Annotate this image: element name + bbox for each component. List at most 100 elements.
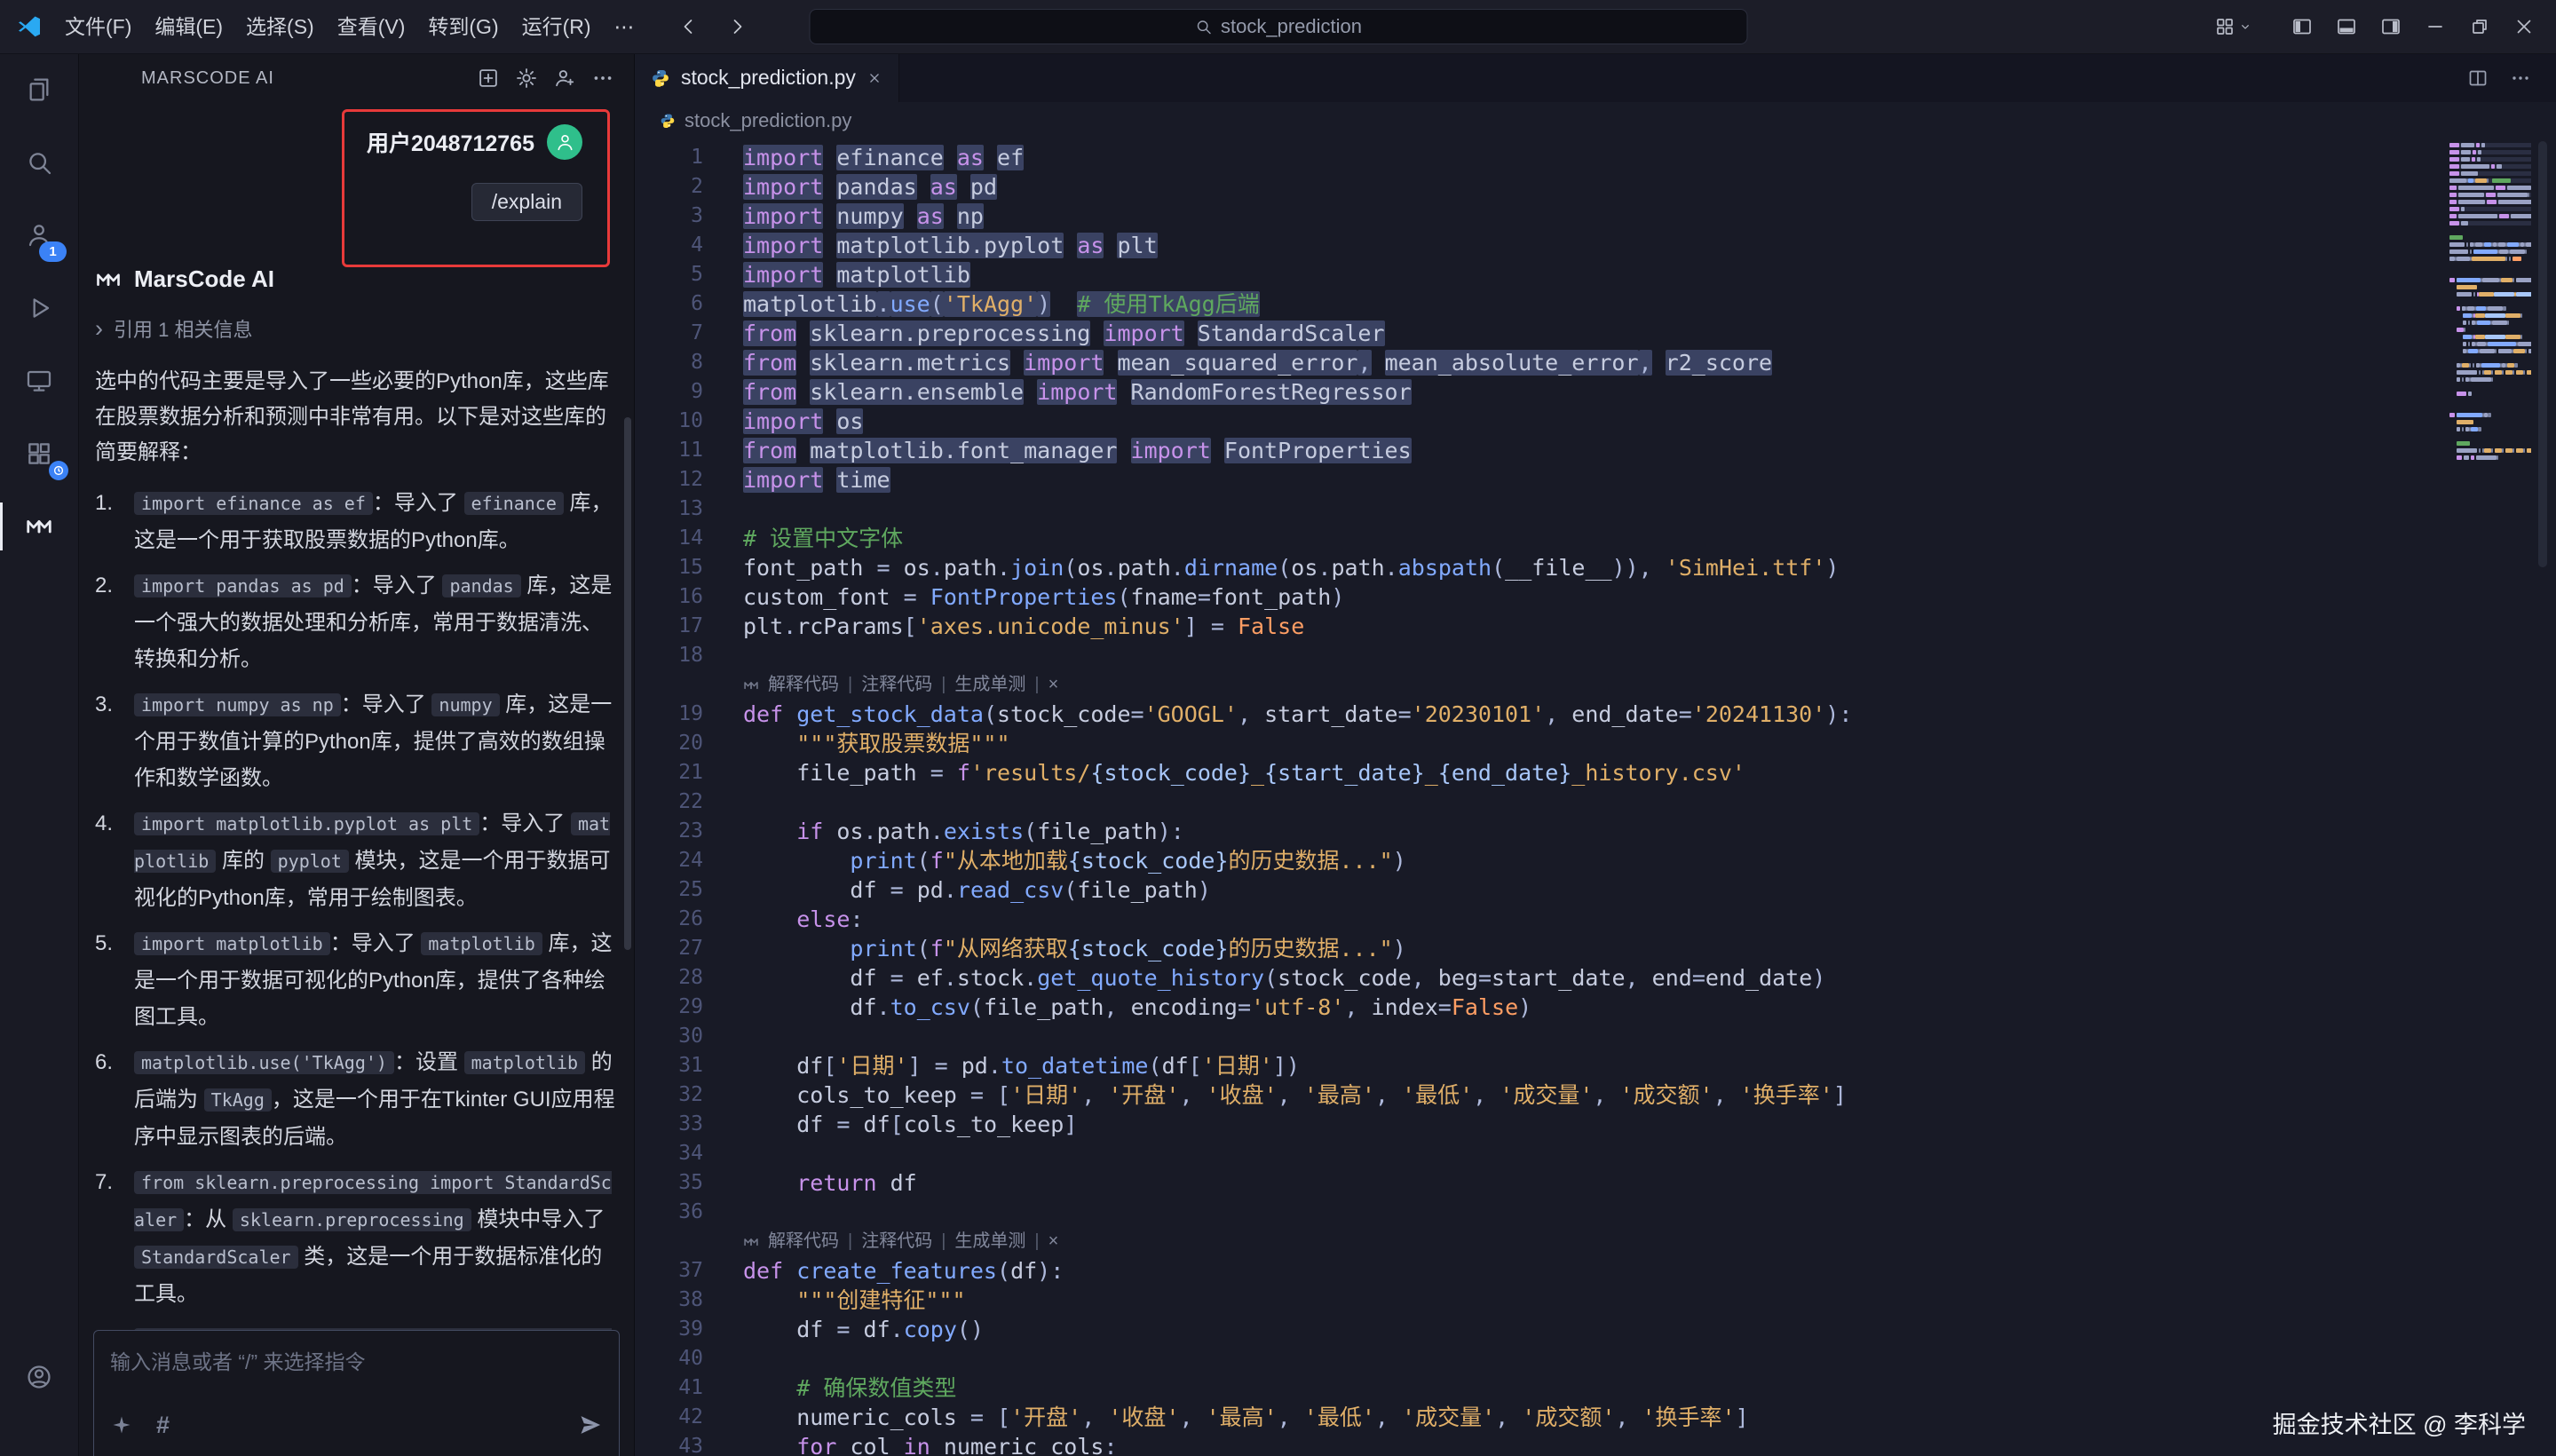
code-line[interactable]: 3 import numpy as np — [635, 202, 2423, 231]
code-line[interactable]: 28 df = ef.stock.get_quote_history(stock… — [635, 963, 2423, 993]
code-line[interactable]: 7 from sklearn.preprocessing import Stand… — [635, 319, 2423, 348]
code-line-text[interactable]: df = ef.stock.get_quote_history(stock_co… — [743, 963, 1825, 993]
line-number[interactable]: 36 — [635, 1198, 703, 1227]
line-number[interactable]: 20 — [635, 729, 703, 758]
codelens-row[interactable]: 解释代码|注释代码|生成单测|× — [635, 670, 2423, 700]
line-number[interactable]: 7 — [635, 319, 703, 348]
code-line[interactable]: 16 custom_font = FontProperties(fname=fon… — [635, 582, 2423, 612]
line-number[interactable]: 33 — [635, 1110, 703, 1139]
code-line-text[interactable]: import matplotlib — [743, 260, 970, 289]
line-number[interactable]: 26 — [635, 905, 703, 934]
activity-explorer[interactable] — [0, 53, 78, 126]
more-icon[interactable] — [591, 67, 614, 90]
code-line-text[interactable]: df['日期'] = pd.to_datetime(df['日期']) — [743, 1051, 1300, 1080]
code-line-text[interactable]: def get_stock_data(stock_code='GOOGL', s… — [743, 700, 1852, 729]
activity-marscode[interactable] — [0, 490, 78, 563]
code-line[interactable]: 2import pandas as pd — [635, 172, 2423, 202]
codelens-close-icon[interactable]: × — [1049, 1227, 1059, 1256]
code-line[interactable]: 17plt.rcParams['axes.unicode_minus'] = F… — [635, 612, 2423, 641]
line-number[interactable]: 21 — [635, 758, 703, 787]
line-number[interactable]: 29 — [635, 993, 703, 1022]
code-line-text[interactable]: from matplotlib.font_manager import Font… — [743, 436, 1412, 465]
line-number[interactable]: 35 — [635, 1168, 703, 1198]
line-number[interactable]: 15 — [635, 553, 703, 582]
code-line[interactable]: 30 — [635, 1022, 2423, 1051]
line-number[interactable]: 2 — [635, 172, 703, 202]
code-line-text[interactable]: from sklearn.preprocessing import Standa… — [743, 319, 1385, 348]
send-icon[interactable] — [578, 1412, 603, 1437]
line-number[interactable]: 10 — [635, 407, 703, 436]
code-line[interactable]: 40 — [635, 1344, 2423, 1373]
menu-item[interactable]: 编辑(E) — [143, 0, 234, 53]
codelens-action[interactable]: 解释代码 — [768, 670, 839, 700]
editor-scrollbar[interactable] — [2538, 141, 2547, 567]
activity-run-debug[interactable] — [0, 272, 78, 344]
line-number[interactable]: 31 — [635, 1051, 703, 1080]
restore-button[interactable] — [2469, 16, 2490, 37]
code-line-text[interactable]: import numpy as np — [743, 202, 984, 231]
code-line[interactable]: 18 — [635, 641, 2423, 670]
code-line[interactable]: 39 df = df.copy() — [635, 1315, 2423, 1344]
menu-item[interactable]: 选择(S) — [234, 0, 326, 53]
code-line[interactable]: 4import matplotlib.pyplot as plt — [635, 231, 2423, 260]
line-number[interactable]: 28 — [635, 963, 703, 993]
forward-arrow-icon[interactable] — [726, 16, 748, 37]
codelens-action[interactable]: 注释代码 — [861, 670, 932, 700]
menu-item[interactable]: 文件(F) — [53, 0, 143, 53]
line-number[interactable]: 39 — [635, 1315, 703, 1344]
code-line-text[interactable]: """获取股票数据""" — [743, 729, 1010, 758]
toggle-panel-icon[interactable] — [2336, 16, 2357, 37]
code-line[interactable]: 1import efinance as ef — [635, 143, 2423, 172]
sidebar-scrollbar[interactable] — [624, 417, 631, 950]
line-number[interactable]: 11 — [635, 436, 703, 465]
line-number[interactable]: 32 — [635, 1080, 703, 1110]
code-line-text[interactable]: # 确保数值类型 — [743, 1373, 956, 1403]
code-line[interactable]: 29 df.to_csv(file_path, encoding='utf-8'… — [635, 993, 2423, 1022]
codelens-close-icon[interactable]: × — [1049, 670, 1059, 700]
code-line-text[interactable]: font_path = os.path.join(os.path.dirname… — [743, 553, 1839, 582]
code-line-text[interactable]: df = df[cols_to_keep] — [743, 1110, 1077, 1139]
toggle-sidebar-icon[interactable] — [2291, 16, 2313, 37]
codelens-action[interactable]: 生成单测 — [954, 1227, 1025, 1256]
code-line[interactable]: 11 from matplotlib.font_manager import Fo… — [635, 436, 2423, 465]
reference-toggle[interactable]: › 引用 1 相关信息 — [95, 314, 618, 343]
code-line[interactable]: 19def get_stock_data(stock_code='GOOGL',… — [635, 700, 2423, 729]
code-line[interactable]: 41 # 确保数值类型 — [635, 1373, 2423, 1403]
line-number[interactable] — [635, 670, 703, 700]
line-number[interactable]: 12 — [635, 465, 703, 495]
activity-remote-explorer[interactable] — [0, 344, 78, 417]
activity-chat[interactable]: 1 — [0, 199, 78, 272]
line-number[interactable]: 8 — [635, 348, 703, 377]
line-number[interactable]: 3 — [635, 202, 703, 231]
line-number[interactable]: 27 — [635, 934, 703, 963]
code-line-text[interactable]: if os.path.exists(file_path): — [743, 817, 1184, 846]
line-number[interactable]: 6 — [635, 289, 703, 319]
code-line-text[interactable]: import os — [743, 407, 863, 436]
codelens-row[interactable]: 解释代码|注释代码|生成单测|× — [635, 1227, 2423, 1256]
line-number[interactable]: 42 — [635, 1403, 703, 1432]
activity-account[interactable] — [0, 1341, 78, 1413]
line-number[interactable]: 16 — [635, 582, 703, 612]
menu-item[interactable]: 转到(G) — [416, 0, 510, 53]
minimize-button[interactable] — [2425, 16, 2446, 37]
code-line-text[interactable]: from sklearn.ensemble import RandomFores… — [743, 377, 1412, 407]
line-number[interactable]: 30 — [635, 1022, 703, 1051]
activity-search[interactable] — [0, 126, 78, 199]
line-number[interactable]: 14 — [635, 524, 703, 553]
code-line-text[interactable]: custom_font = FontProperties(fname=font_… — [743, 582, 1344, 612]
code-line[interactable]: 13 — [635, 495, 2423, 524]
code-line[interactable]: 33 df = df[cols_to_keep] — [635, 1110, 2423, 1139]
code-line-text[interactable]: import time — [743, 465, 890, 495]
line-number[interactable]: 9 — [635, 377, 703, 407]
menu-item[interactable]: ⋯ — [603, 0, 646, 53]
line-number[interactable]: 24 — [635, 846, 703, 875]
code-line-text[interactable]: matplotlib.use('TkAgg') # 使用TkAgg后端 — [743, 289, 1260, 319]
line-number[interactable]: 37 — [635, 1256, 703, 1286]
code-line[interactable]: 27 print(f"从网络获取{stock_code}的历史数据...") — [635, 934, 2423, 963]
line-number[interactable] — [635, 1227, 703, 1256]
minimap[interactable] — [2449, 143, 2531, 463]
line-number[interactable]: 41 — [635, 1373, 703, 1403]
new-chat-icon[interactable] — [477, 67, 500, 90]
skills-icon[interactable] — [110, 1413, 133, 1436]
codelens-action[interactable]: 注释代码 — [861, 1227, 932, 1256]
